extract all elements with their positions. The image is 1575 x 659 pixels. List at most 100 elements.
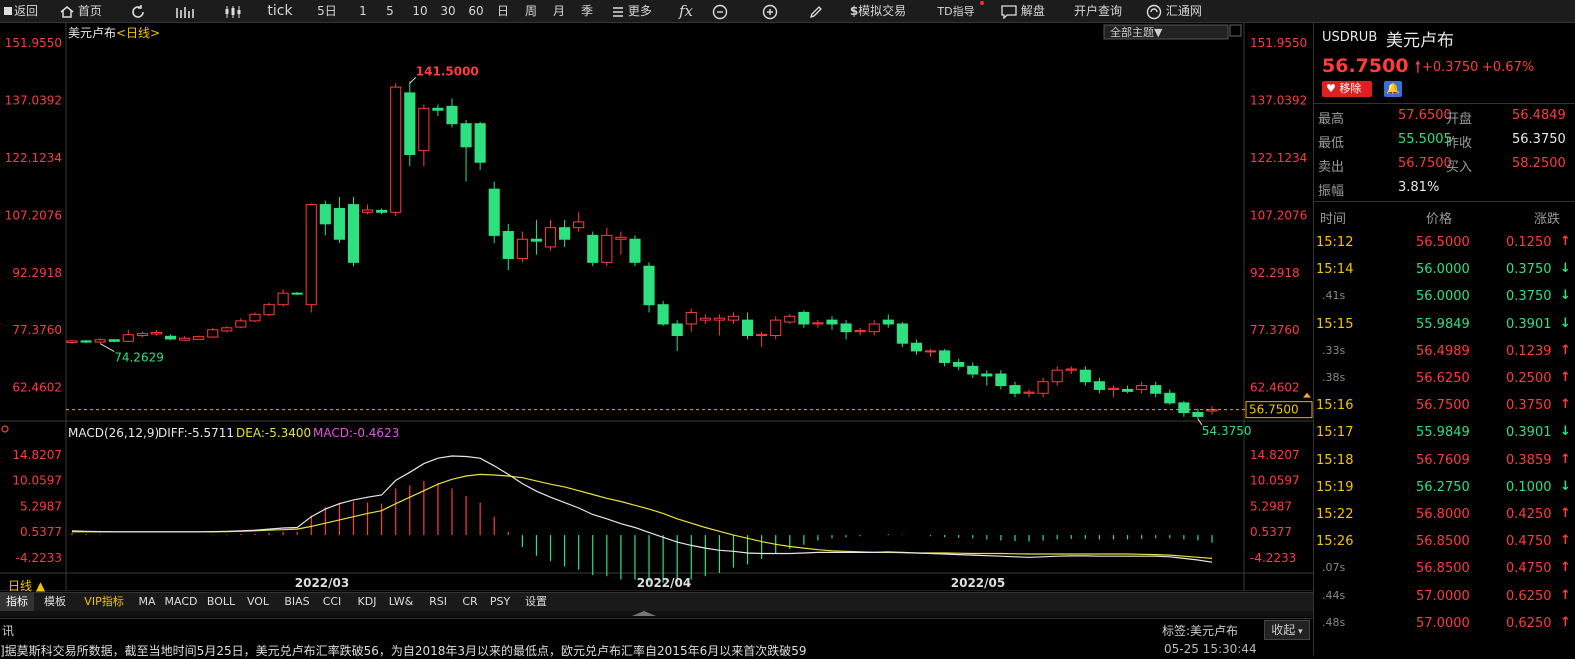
tick-change: 0.1000 xyxy=(1506,479,1552,495)
date-label: 2022/05 xyxy=(951,576,1005,590)
period-30min[interactable]: 30 xyxy=(436,0,460,22)
macd-axis-label: 14.8207 xyxy=(12,448,62,462)
htw-button[interactable]: 汇通网 xyxy=(1142,0,1206,22)
candle-body xyxy=(179,337,191,341)
kline-chart[interactable]: 56.7500141.500054.375074.2629 151.9550 15… xyxy=(0,23,1313,591)
period-month[interactable]: 月 xyxy=(550,0,568,22)
tab-ma[interactable]: MA xyxy=(134,593,160,611)
tick-row: 15:14 56.0000 0.3750 ↓ xyxy=(1314,258,1575,282)
candle-body xyxy=(94,339,106,343)
period-week[interactable]: 周 xyxy=(522,0,540,22)
back-icon xyxy=(3,7,12,15)
tick-time: 15:15 xyxy=(1316,316,1354,332)
zoom-out-button[interactable] xyxy=(708,0,732,22)
min-price-label: 54.3750 xyxy=(1202,424,1252,438)
candle-body xyxy=(910,342,923,352)
news-ticker[interactable]: ]据莫斯科交易所数据，截至当地时间5月25日，美元兑卢布汇率跌破56，为自201… xyxy=(0,642,1313,659)
more-button[interactable]: 更多 xyxy=(604,0,660,22)
price-axis-label: 77.3760 xyxy=(12,323,62,337)
tab-settings[interactable]: 设置 xyxy=(520,593,552,611)
kline-button[interactable] xyxy=(168,0,202,22)
tab-vip-indicators[interactable]: VIP指标 xyxy=(78,593,130,611)
tab-cci[interactable]: CCI xyxy=(318,593,346,611)
period-1min[interactable]: 1 xyxy=(354,0,372,22)
period-10min[interactable]: 10 xyxy=(408,0,432,22)
heart-icon: ♥ xyxy=(1326,82,1336,95)
htw-logo-icon xyxy=(1146,4,1162,19)
formula-button[interactable]: fx xyxy=(674,0,698,22)
tab-lwr[interactable]: LW& xyxy=(386,593,416,611)
tick-change: 0.3901 xyxy=(1506,425,1552,441)
period-60min[interactable]: 60 xyxy=(464,0,488,22)
period-5min[interactable]: 5 xyxy=(381,0,399,22)
tick-row: .48s 57.0000 0.6250 ↑ xyxy=(1314,612,1575,636)
arrow-down-icon: ↓ xyxy=(1560,315,1571,331)
tab-boll[interactable]: BOLL xyxy=(204,593,238,611)
remove-watchlist-button[interactable]: ♥ 移除 xyxy=(1322,81,1372,97)
candle-body xyxy=(390,86,402,213)
tab-templates[interactable]: 模板 xyxy=(38,593,72,611)
indicator-tabs: 指标 模板 VIP指标 MA MACD BOLL VOL BIAS CCI KD… xyxy=(0,592,1313,611)
arrow-down-icon: ↓ xyxy=(1560,478,1571,494)
macd-value-label: MACD:-0.4623 xyxy=(313,426,399,440)
candle-body xyxy=(150,331,163,335)
tick-button[interactable]: tick xyxy=(262,0,298,22)
chat-icon xyxy=(1001,4,1017,20)
draw-button[interactable] xyxy=(804,0,828,22)
back-button[interactable]: 返回 xyxy=(0,0,42,22)
candle-body xyxy=(559,227,571,240)
news-time: 05-25 15:30:44 xyxy=(1160,642,1257,656)
candles: 56.7500 141.5000 54.3750 74.2629 xyxy=(66,64,1313,438)
period-day[interactable]: 日 xyxy=(494,0,512,22)
tab-cr[interactable]: CR xyxy=(458,593,482,611)
account-query-button[interactable]: 开户查询 xyxy=(1066,0,1130,22)
tick-price: 56.6250 xyxy=(1416,371,1470,386)
tick-time: 15:12 xyxy=(1316,235,1354,250)
tick-price: 56.8500 xyxy=(1416,561,1470,577)
settings-dot-icon[interactable] xyxy=(1,425,9,433)
candle-body xyxy=(896,323,908,344)
stat-value-prev-close: 56.3750 xyxy=(1512,132,1566,147)
stat-value-high: 57.6500 xyxy=(1398,108,1452,123)
td-guide-button[interactable]: TD指导 xyxy=(930,0,984,22)
candle-body xyxy=(193,336,205,340)
tab-bias[interactable]: BIAS xyxy=(280,593,314,611)
alert-button[interactable]: 🔔 xyxy=(1384,81,1402,97)
panel-splitter[interactable] xyxy=(0,611,1313,617)
tab-vol[interactable]: VOL xyxy=(242,593,274,611)
tick-change: 0.3859 xyxy=(1506,452,1552,468)
candle-button[interactable] xyxy=(216,0,250,22)
collapse-button[interactable]: 收起 ▾ xyxy=(1264,620,1310,640)
price-axis-label: 122.1234 xyxy=(5,151,62,165)
tab-indicators[interactable]: 指标 xyxy=(0,593,34,611)
theme-dropdown[interactable]: 全部主题▼ xyxy=(1110,25,1163,39)
candle-body xyxy=(882,319,894,325)
tab-kdj[interactable]: KDJ xyxy=(352,593,382,611)
candle-body xyxy=(1178,402,1190,414)
period-quarter[interactable]: 季 xyxy=(578,0,596,22)
tab-psy[interactable]: PSY xyxy=(486,593,514,611)
tick-row: 15:12 56.5000 0.1250 ↑ xyxy=(1314,231,1575,255)
interpret-button[interactable]: 解盘 xyxy=(996,0,1050,22)
zoom-in-button[interactable] xyxy=(758,0,782,22)
candle-body xyxy=(798,311,810,325)
refresh-icon xyxy=(132,4,144,18)
stat-value-low: 55.5005 xyxy=(1398,132,1452,147)
tab-macd[interactable]: MACD xyxy=(164,593,198,611)
home-button[interactable]: 首页 xyxy=(56,0,106,22)
price-axis-label: 151.9550 xyxy=(5,36,62,50)
candle-body xyxy=(699,317,711,321)
tick-row: 15:18 56.7609 0.3859 ↑ xyxy=(1314,449,1575,473)
window-restore-icon[interactable] xyxy=(1229,24,1242,37)
chart-period: <日线> xyxy=(116,26,160,40)
sim-trade-button[interactable]: $模拟交易 xyxy=(842,0,914,22)
quote-code: USDRUB xyxy=(1322,30,1378,45)
tab-rsi[interactable]: RSI xyxy=(424,593,452,611)
refresh-button[interactable] xyxy=(122,0,154,22)
tick-row: .38s 56.6250 0.2500 ↑ xyxy=(1314,367,1575,391)
period-5day[interactable]: 5日 xyxy=(312,0,342,22)
price-axis-label-right: 77.3760 xyxy=(1250,323,1300,337)
tick-row: 15:19 56.2750 0.1000 ↓ xyxy=(1314,476,1575,500)
zoom-in-icon xyxy=(762,4,778,19)
arrow-down-icon: ↓ xyxy=(1560,424,1571,440)
